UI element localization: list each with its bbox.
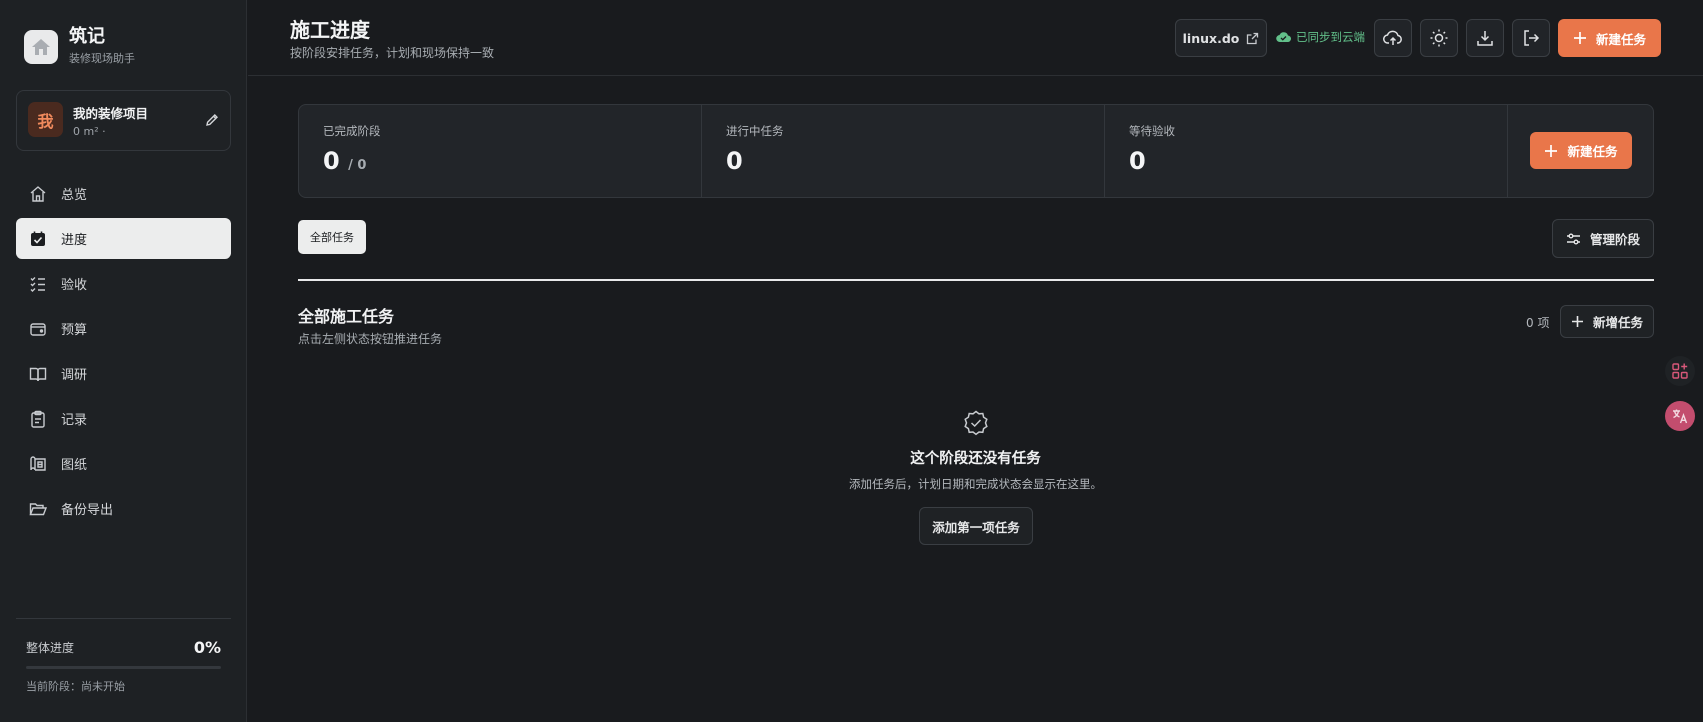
link-label: linux.do (1182, 30, 1240, 46)
manage-stages-label: 管理阶段 (1589, 232, 1640, 247)
plus-icon (1544, 144, 1567, 158)
logout-button[interactable] (1512, 19, 1550, 57)
section-subtitle: 点击左侧状态按钮推进任务 (298, 332, 443, 346)
sidebar-item-backup-export[interactable]: 备份导出 (16, 488, 231, 529)
sidebar-item-progress[interactable]: 进度 (16, 218, 231, 259)
stat-label: 等待验收 (1129, 124, 1175, 138)
sliders-icon (1566, 232, 1590, 246)
sidebar-item-label: 总览 (61, 188, 88, 203)
house-logo-icon (24, 29, 58, 64)
section-divider (298, 279, 1654, 281)
sync-status-text: 已同步到云端 (1296, 30, 1365, 44)
stat-number: 0 (323, 147, 340, 175)
new-task-label: 新建任务 (1595, 31, 1646, 47)
page-header: 施工进度 按阶段安排任务，计划和现场保持一致 linux.do 已同步到云端 新… (248, 0, 1703, 76)
project-avatar: 我 (28, 102, 63, 137)
logout-icon (1522, 29, 1540, 47)
badge-check-icon (963, 410, 989, 436)
section-title: 全部施工任务 (298, 307, 395, 326)
sidebar-item-label: 调研 (61, 368, 88, 383)
calendar-check-icon (28, 229, 48, 249)
project-meta: 0 m² · (73, 125, 106, 138)
home-icon (28, 184, 48, 204)
progress-bar (26, 666, 221, 669)
sidebar-item-inspection[interactable]: 验收 (16, 263, 231, 304)
download-icon (1476, 29, 1494, 47)
stat-completed-stages: 已完成阶段 0 / 0 (299, 105, 702, 197)
brand-tagline: 装修现场助手 (69, 52, 135, 65)
empty-state-subtitle: 添加任务后，计划日期和完成状态会显示在这里。 (849, 477, 1102, 491)
plus-icon (1571, 315, 1593, 328)
stat-label: 进行中任务 (726, 124, 784, 138)
new-task-button[interactable]: 新建任务 (1530, 132, 1632, 169)
task-count: 0 项 (1526, 316, 1550, 330)
sidebar-item-label: 验收 (61, 278, 88, 293)
add-task-label: 新增任务 (1592, 315, 1643, 330)
apps-add-icon[interactable] (1665, 356, 1695, 386)
overall-progress: 整体进度 0% 当前阶段：尚未开始 (16, 618, 231, 694)
new-task-label: 新建任务 (1567, 144, 1618, 159)
checklist-icon (28, 274, 48, 294)
book-open-icon (28, 364, 48, 384)
cloud-upload-icon (1383, 29, 1403, 47)
page-title: 施工进度 (290, 18, 370, 42)
page-subtitle: 按阶段安排任务，计划和现场保持一致 (290, 46, 495, 60)
progress-label: 整体进度 (26, 641, 75, 655)
sidebar-item-budget[interactable]: 预算 (16, 308, 231, 349)
sidebar-item-overview[interactable]: 总览 (16, 173, 231, 214)
stat-action: 新建任务 (1508, 105, 1653, 197)
sidebar-item-research[interactable]: 调研 (16, 353, 231, 394)
sidebar-item-label: 备份导出 (61, 503, 114, 518)
add-first-task-button[interactable]: 添加第一项任务 (919, 507, 1033, 545)
folder-open-icon (28, 499, 48, 519)
brand-name: 筑记 (69, 26, 105, 47)
empty-state-title: 这个阶段还没有任务 (910, 451, 1041, 467)
manage-stages-button[interactable]: 管理阶段 (1552, 219, 1654, 258)
sidebar-item-label: 记录 (61, 413, 88, 428)
current-stage: 当前阶段：尚未开始 (26, 680, 125, 693)
new-task-button[interactable]: 新建任务 (1558, 19, 1661, 57)
project-name: 我的装修项目 (73, 106, 149, 121)
cloud-upload-button[interactable] (1374, 19, 1412, 57)
stat-in-progress: 进行中任务 0 (702, 105, 1105, 197)
clipboard-icon (28, 409, 48, 429)
edit-pencil-icon[interactable] (204, 112, 220, 128)
sidebar-item-label: 进度 (61, 233, 88, 248)
project-card[interactable]: 我 我的装修项目 0 m² · (16, 90, 231, 151)
add-task-button[interactable]: 新增任务 (1560, 305, 1654, 338)
sun-icon (1429, 28, 1449, 48)
stat-value: 0 / 0 (323, 147, 366, 175)
sidebar-item-label: 预算 (61, 323, 88, 338)
stat-total: / 0 (348, 158, 367, 173)
theme-toggle-button[interactable] (1420, 19, 1458, 57)
filter-all-tasks[interactable]: 全部任务 (298, 220, 366, 254)
stats-panel: 已完成阶段 0 / 0 进行中任务 0 等待验收 0 新建任务 (298, 104, 1654, 198)
sidebar: 筑记 装修现场助手 我 我的装修项目 0 m² · 总览 进度 验收 预算 调研… (0, 0, 247, 722)
translate-icon[interactable] (1665, 401, 1695, 431)
cloud-check-icon (1276, 31, 1296, 43)
progress-value: 0% (193, 638, 221, 657)
stat-pending-inspection: 等待验收 0 (1105, 105, 1508, 197)
sync-status: 已同步到云端 (1276, 29, 1365, 45)
external-link-icon (1239, 32, 1259, 45)
stat-number: 0 (1129, 147, 1146, 175)
linux-do-link[interactable]: linux.do (1175, 19, 1267, 57)
wallet-icon (28, 319, 48, 339)
sidebar-item-records[interactable]: 记录 (16, 398, 231, 439)
stat-label: 已完成阶段 (323, 124, 381, 138)
stat-number: 0 (726, 147, 743, 175)
download-button[interactable] (1466, 19, 1504, 57)
plus-icon (1573, 31, 1596, 45)
brand[interactable]: 筑记 装修现场助手 (24, 27, 135, 66)
